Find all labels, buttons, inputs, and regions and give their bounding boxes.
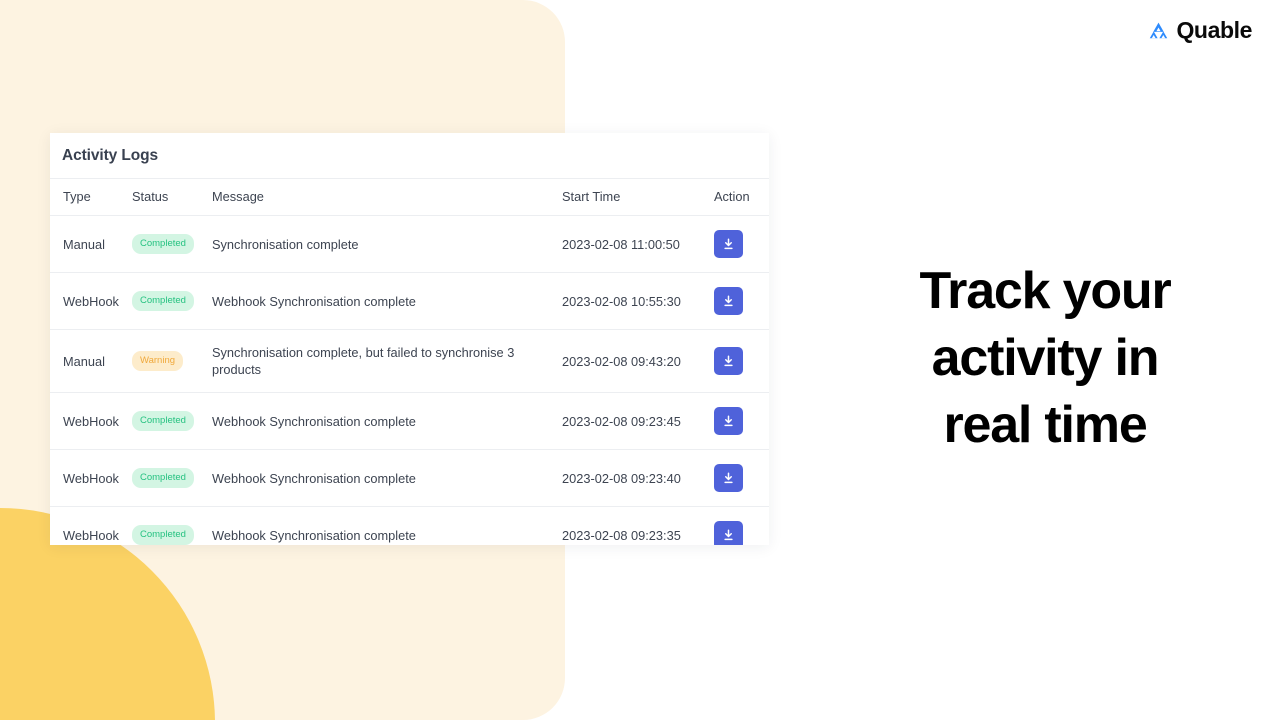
cell-action [714,329,769,393]
cell-message: Webhook Synchronisation complete [212,392,562,450]
cell-message: Webhook Synchronisation complete [212,449,562,507]
cell-start-time: 2023-02-08 09:23:35 [562,506,714,545]
download-button[interactable] [714,407,743,435]
activity-logs-table: Type Status Message Start Time Action Ma… [50,178,769,545]
headline-line-1: Track your [919,262,1171,320]
message-text: Webhook Synchronisation complete [212,413,416,429]
message-text: Webhook Synchronisation complete [212,293,416,309]
headline-line-3: real time [943,396,1147,454]
page-canvas: Quable Track your activity in real time … [0,0,1280,720]
message-text: Synchronisation complete, but failed to … [212,345,515,377]
cell-status: Completed [132,215,212,273]
cell-message: Webhook Synchronisation complete [212,272,562,330]
status-badge: Completed [132,234,194,254]
cell-message: Webhook Synchronisation complete [212,506,562,545]
cell-start-time: 2023-02-08 11:00:50 [562,215,714,273]
cell-start-time: 2023-02-08 09:23:45 [562,392,714,450]
cell-action [714,449,769,507]
status-badge: Completed [132,291,194,311]
cell-type: WebHook [50,449,132,507]
cell-type: WebHook [50,506,132,545]
cell-start-time: 2023-02-08 10:55:30 [562,272,714,330]
download-icon [724,294,733,306]
card-header: Activity Logs [50,133,769,178]
download-icon [724,528,733,540]
status-badge: Warning [132,351,184,371]
cell-status: Warning [132,329,212,393]
column-header-status: Status [132,178,212,216]
table-row[interactable]: WebHook Completed Webhook Synchronisatio… [50,272,769,330]
download-button[interactable] [714,230,743,258]
download-button[interactable] [714,347,743,375]
cell-type: Manual [50,215,132,273]
cell-message: Synchronisation complete [212,215,562,273]
download-button[interactable] [714,464,743,492]
cell-type: WebHook [50,272,132,330]
download-icon [724,414,733,426]
cell-type: WebHook [50,392,132,450]
table-row[interactable]: Manual Completed Synchronisation complet… [50,215,769,273]
cell-action [714,272,769,330]
table-row[interactable]: Manual Warning Synchronisation complete,… [50,329,769,393]
download-button[interactable] [714,521,743,545]
marketing-headline: Track your activity in real time [795,258,1280,459]
cell-action [714,215,769,273]
brand-name: Quable [1176,17,1252,43]
cell-action [714,506,769,545]
cell-status: Completed [132,506,212,545]
table-body: Manual Completed Synchronisation complet… [50,215,769,545]
cell-status: Completed [132,449,212,507]
download-button[interactable] [714,287,743,315]
table-header: Type Status Message Start Time Action [50,178,769,216]
download-icon [724,471,733,483]
cell-start-time: 2023-02-08 09:23:40 [562,449,714,507]
message-text: Webhook Synchronisation complete [212,470,416,486]
table-row[interactable]: WebHook Completed Webhook Synchronisatio… [50,506,769,545]
column-header-start-time: Start Time [562,178,714,216]
table-row[interactable]: WebHook Completed Webhook Synchronisatio… [50,392,769,450]
quable-triangle-logo-icon [1150,22,1168,39]
column-header-message: Message [212,178,562,216]
message-text: Synchronisation complete [212,236,359,252]
brand-logo: Quable [1148,19,1252,42]
download-icon [724,237,733,249]
cell-type: Manual [50,329,132,393]
activity-logs-card: Activity Logs Type Status Message Start … [50,133,769,545]
headline-line-2: activity in [931,329,1160,387]
cell-action [714,392,769,450]
cell-status: Completed [132,272,212,330]
cell-status: Completed [132,392,212,450]
message-text: Webhook Synchronisation complete [212,527,416,543]
page-title: Activity Logs [62,146,159,164]
cell-message: Synchronisation complete, but failed to … [212,329,562,393]
table-header-row: Type Status Message Start Time Action [50,178,769,216]
status-badge: Completed [132,468,194,488]
status-badge: Completed [132,525,194,545]
download-icon [724,354,733,366]
status-badge: Completed [132,411,194,431]
column-header-action: Action [714,178,769,216]
table-row[interactable]: WebHook Completed Webhook Synchronisatio… [50,449,769,507]
cell-start-time: 2023-02-08 09:43:20 [562,329,714,393]
column-header-type: Type [50,178,132,216]
